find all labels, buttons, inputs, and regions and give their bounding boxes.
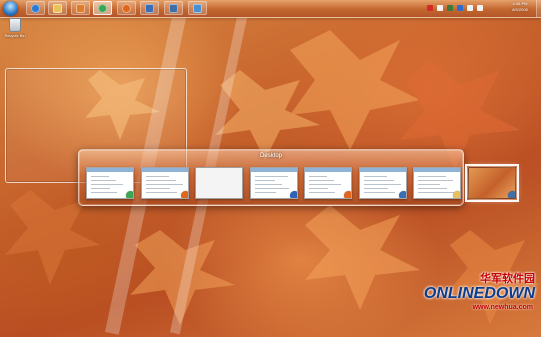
taskbar-button-folder[interactable] [48,1,67,15]
watermark-url: www.newhua.com [472,304,533,311]
folder-icon [453,191,460,198]
thumbnail-titlebar [305,168,351,172]
control-panel-icon [145,3,154,13]
clock-date: 8/5/2008 [512,7,528,12]
window-switcher: Desktop [78,149,519,206]
recycle-bin-icon [9,18,21,32]
thumbnail-content-line [363,176,387,177]
thumbnail-content-line [363,192,395,193]
switcher-title: Desktop [259,153,282,159]
tray-red-icon[interactable] [427,5,433,11]
tray-volume-icon[interactable] [477,5,483,11]
thumbnail-titlebar [141,168,188,172]
thumbnail-content-line [418,192,454,193]
thumbnail-titlebar [250,168,297,172]
firefox-icon [344,191,351,198]
tray-network-icon[interactable] [437,5,443,11]
thumbnail-content-line [254,176,288,177]
thumbnail-content-line [418,176,446,177]
firefox-icon [180,191,188,198]
thumbnail-content-line [91,184,123,185]
thumbnail-content-line [254,180,275,181]
taskbar-button-app-window[interactable] [164,1,183,15]
thumbnail-titlebar [87,168,133,172]
tray-blue-icon[interactable] [457,5,463,11]
recycle-bin-label: Recycle Bin [4,33,26,38]
thumbnail-explorer-window[interactable] [413,167,461,199]
watermark-logo: ONLINEDOWN [423,285,535,302]
thumbnail-control-panel-window[interactable] [358,167,407,199]
thumbnail-content-line [91,188,110,189]
thumbnail-content-line [309,184,341,185]
media-player-icon [76,3,85,13]
chrome-icon [126,191,133,198]
thumbnail-desktop-window[interactable] [464,164,519,202]
thumbnail-firefox-window[interactable] [140,167,189,199]
tray-flag-icon[interactable] [467,5,473,11]
thumbnail-content-line [363,180,394,181]
app-icon [289,191,297,198]
clock[interactable]: 4:08 PM 8/5/2008 [505,1,535,13]
watermark: 华军软件园 ONLINEDOWN www.newhua.com [423,270,537,332]
show-desktop-button[interactable] [536,0,541,17]
desktop-icon [507,191,515,198]
thumbnail-content-line [145,180,176,181]
recycle-bin[interactable]: Recycle Bin [3,18,27,38]
thumbnail-content-line [418,180,453,181]
thumbnail-browser-window[interactable] [249,167,298,199]
thumbnail-content-line [309,180,334,181]
thumbnail-content-line [309,188,328,189]
system-tray: 4:08 PM 8/5/2008 [421,0,541,17]
taskbar-button-firefox[interactable] [117,1,136,15]
thumbnail-firefox-window-2[interactable] [304,167,352,199]
thumbnail-content-line [145,192,177,193]
thumbnail-titlebar [359,168,406,172]
thumbnail-content-line [254,184,282,185]
thumbnail-content-line [91,180,116,181]
windows-orb-icon[interactable] [3,1,18,16]
thumbnail-content-line [145,176,169,177]
thumbnail-titlebar [414,168,460,172]
chrome-icon [98,3,107,13]
thumbnail-content-line [254,188,289,189]
thumbnail-content-line [418,184,440,185]
taskbar-button-control-panel[interactable] [140,1,159,15]
taskbar-button-chrome[interactable] [93,1,112,15]
thumbnail-content-line [145,188,170,189]
thumbnail-blank-window[interactable] [195,167,243,199]
thumbnail-content-line [91,176,109,177]
watermark-chinese: 华军软件园 [480,272,535,285]
taskbar-button-media-player[interactable] [71,1,90,15]
thumbnail-content-line [418,188,447,189]
thumbnail-content-line [309,192,335,193]
thumbnail-content-line [363,188,388,189]
internet-explorer-icon [31,3,40,13]
monitor-icon [193,3,202,13]
thumbnail-content-line [145,184,183,185]
taskbar-button-monitor[interactable] [188,1,207,15]
control-panel-icon [398,191,406,198]
thumbnail-chrome-window[interactable] [86,167,134,199]
folder-icon [53,3,62,13]
firefox-icon [122,3,131,13]
thumbnail-content-line [91,192,117,193]
tray-shield-icon[interactable] [447,5,453,11]
app-window-icon [169,3,178,13]
taskbar-button-internet-explorer[interactable] [26,1,45,15]
thumbnail-content-line [254,192,276,193]
taskbar: 4:08 PM 8/5/2008 [0,0,541,18]
thumbnail-content-line [363,184,401,185]
thumbnail-content-line [309,176,327,177]
